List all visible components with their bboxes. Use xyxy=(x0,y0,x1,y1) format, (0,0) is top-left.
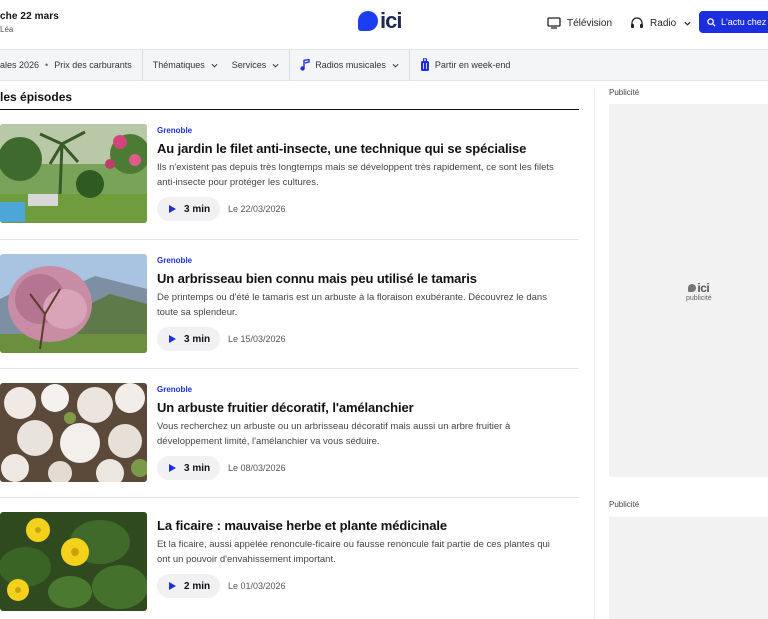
logo-text: ici xyxy=(380,8,402,33)
episode-description: De printemps ou d'été le tamaris est un … xyxy=(157,292,547,318)
sidebar-divider xyxy=(594,89,595,619)
episode-date: Le 15/03/2026 xyxy=(228,334,286,344)
ad-label: Publicité xyxy=(609,500,640,509)
local-news-label: L'actu chez xyxy=(721,17,767,27)
episode-title[interactable]: Au jardin le filet anti-insecte, une tec… xyxy=(157,141,579,156)
episode-meta: Grenoble Un arbrisseau bien connu mais p… xyxy=(157,254,579,351)
episode-title[interactable]: La ficaire : mauvaise herbe et plante mé… xyxy=(157,518,579,533)
subnav-divider xyxy=(289,49,291,81)
episode-play-row: 3 min Le 08/03/2026 xyxy=(157,456,579,480)
subnav-divider xyxy=(141,49,143,81)
episode-duration: 3 min xyxy=(184,203,211,215)
episode-location-tag[interactable]: Grenoble xyxy=(157,385,579,394)
episode-title[interactable]: Un arbrisseau bien connu mais peu utilis… xyxy=(157,271,579,286)
chevron-down-icon xyxy=(272,63,279,68)
episode-date: Le 08/03/2026 xyxy=(228,463,286,473)
subnav-weekend[interactable]: Partir en week-end xyxy=(420,58,510,72)
subnav-fuel-prices[interactable]: Prix des carburants xyxy=(54,60,132,70)
episode-location-tag[interactable]: Grenoble xyxy=(157,256,579,265)
tamaris-image xyxy=(0,254,147,353)
top-header: che 22 mars Léa ici Télévision Radio L'a… xyxy=(0,0,768,50)
episode-card[interactable]: La ficaire : mauvaise herbe et plante mé… xyxy=(0,512,579,619)
episode-meta: Grenoble Au jardin le filet anti-insecte… xyxy=(157,124,579,221)
subnav-themes[interactable]: Thématiques xyxy=(153,60,218,70)
amelanchier-image xyxy=(0,383,147,482)
episode-card[interactable]: Grenoble Au jardin le filet anti-insecte… xyxy=(0,124,579,253)
subnav-divider xyxy=(408,49,410,81)
logo-mark-icon xyxy=(688,284,697,292)
episode-divider xyxy=(0,239,579,240)
episode-date: Le 22/03/2026 xyxy=(228,204,286,214)
episode-play-row: 3 min Le 22/03/2026 xyxy=(157,197,579,221)
episode-duration: 3 min xyxy=(184,333,211,345)
episode-description: Vous recherchez un arbuste ou un arbriss… xyxy=(157,421,511,447)
ficaire-image xyxy=(0,512,147,611)
episode-play-row: 2 min Le 01/03/2026 xyxy=(157,574,579,598)
play-button[interactable]: 2 min xyxy=(157,574,220,598)
episode-card[interactable]: Grenoble Un arbuste fruitier décoratif, … xyxy=(0,383,579,512)
chevron-down-icon xyxy=(684,21,691,26)
saint-of-day: Léa xyxy=(0,25,14,34)
subnav-elections[interactable]: ales 2026 xyxy=(0,60,39,70)
music-note-icon xyxy=(300,59,310,71)
episode-play-row: 3 min Le 15/03/2026 xyxy=(157,327,579,351)
episode-description: Et la ficaire, aussi appelée renoncule-f… xyxy=(157,539,550,565)
local-news-button[interactable]: L'actu chez xyxy=(699,11,768,33)
episode-divider xyxy=(0,368,579,369)
subnav-music-radios[interactable]: Radios musicales xyxy=(300,59,399,71)
chevron-down-icon xyxy=(392,63,399,68)
search-icon xyxy=(707,17,716,27)
ad-slot[interactable] xyxy=(609,517,768,619)
headphones-icon xyxy=(631,17,644,28)
suitcase-icon xyxy=(420,58,429,71)
episode-meta: Grenoble Un arbuste fruitier décoratif, … xyxy=(157,383,579,480)
site-logo[interactable]: ici xyxy=(358,8,402,33)
episode-description: Ils n'existent pas depuis très longtemps… xyxy=(157,162,554,188)
chevron-down-icon xyxy=(211,63,218,68)
episode-date: Le 01/03/2026 xyxy=(228,581,286,591)
nav-radio[interactable]: Radio xyxy=(630,17,691,29)
play-icon xyxy=(169,205,176,213)
nav-television[interactable]: Télévision xyxy=(547,17,612,29)
play-button[interactable]: 3 min xyxy=(157,327,220,351)
section-divider xyxy=(0,109,579,110)
sub-navigation: ales 2026 • Prix des carburants Thématiq… xyxy=(0,49,768,81)
ad-label: Publicité xyxy=(609,88,640,97)
episode-title[interactable]: Un arbuste fruitier décoratif, l'amélanc… xyxy=(157,400,579,415)
logo-mark-icon xyxy=(358,11,378,31)
header-nav: Télévision Radio xyxy=(547,12,709,34)
episode-duration: 3 min xyxy=(184,462,211,474)
current-date: che 22 mars xyxy=(0,11,59,22)
episode-duration: 2 min xyxy=(184,580,211,592)
subnav-services[interactable]: Services xyxy=(232,60,280,70)
play-icon xyxy=(169,582,176,590)
episode-meta: La ficaire : mauvaise herbe et plante mé… xyxy=(157,512,579,598)
episode-divider xyxy=(0,497,579,498)
play-button[interactable]: 3 min xyxy=(157,456,220,480)
episode-thumbnail[interactable] xyxy=(0,512,147,611)
episode-location-tag[interactable]: Grenoble xyxy=(157,126,579,135)
nav-television-label: Télévision xyxy=(567,17,613,29)
nav-radio-label: Radio xyxy=(650,17,677,29)
garden-image xyxy=(0,124,147,223)
play-icon xyxy=(169,464,176,472)
subnav-bullet: • xyxy=(45,60,49,70)
ad-placeholder-caption: publicité xyxy=(686,295,712,302)
episode-thumbnail[interactable] xyxy=(0,254,147,353)
play-icon xyxy=(169,335,176,343)
section-title: les épisodes xyxy=(0,90,73,104)
play-button[interactable]: 3 min xyxy=(157,197,220,221)
episode-thumbnail[interactable] xyxy=(0,383,147,482)
ad-placeholder-logo: ici publicité xyxy=(686,281,712,302)
episode-card[interactable]: Grenoble Un arbrisseau bien connu mais p… xyxy=(0,254,579,383)
date-block: che 22 mars Léa xyxy=(0,11,59,34)
tv-icon xyxy=(547,17,561,29)
episode-thumbnail[interactable] xyxy=(0,124,147,223)
